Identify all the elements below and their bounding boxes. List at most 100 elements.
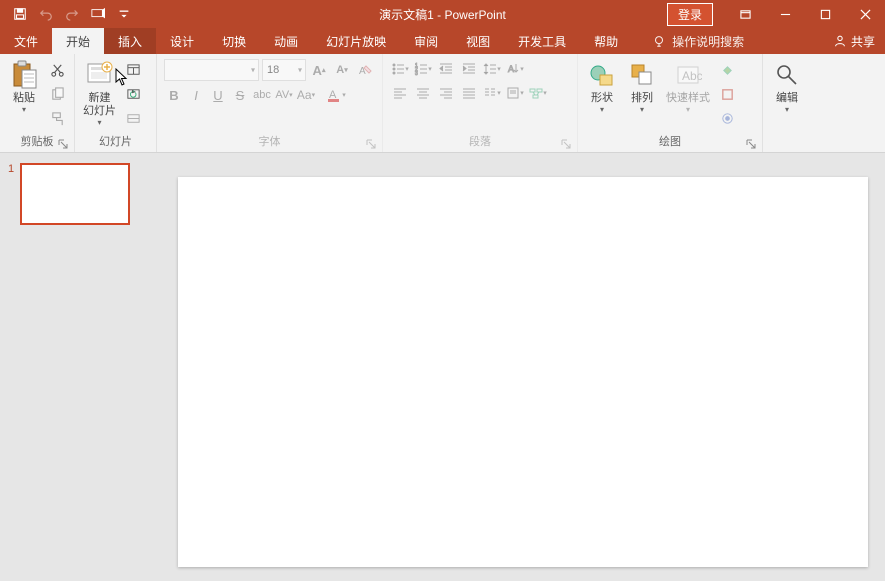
group-drawing: 形状 ▾ 排列 ▾ Abc 快速样式 ▾ 绘图 — [578, 54, 763, 152]
group-editing: 编辑 ▾ — [763, 54, 811, 152]
caret-down-icon: ▾ — [298, 66, 302, 75]
titlebar-right: 登录 — [667, 0, 885, 28]
text-direction-button[interactable]: A▾ — [505, 59, 525, 79]
arrange-label: 排列 — [631, 92, 653, 105]
decrease-font-button[interactable]: A▾ — [332, 60, 352, 80]
smartart-button[interactable]: ▾ — [528, 83, 548, 103]
shape-effects-button[interactable] — [716, 107, 738, 129]
tab-slideshow[interactable]: 幻灯片放映 — [312, 28, 400, 54]
new-slide-button[interactable]: 新建 幻灯片 ▾ — [79, 57, 120, 129]
titlebar: 演示文稿1 - PowerPoint 登录 — [0, 0, 885, 28]
svg-text:A: A — [359, 66, 366, 77]
close-button[interactable] — [845, 0, 885, 28]
format-painter-button[interactable] — [46, 107, 68, 129]
dialog-launcher-icon[interactable] — [561, 139, 571, 149]
character-spacing-button[interactable]: AV▾ — [274, 85, 294, 105]
justify-button[interactable] — [459, 83, 479, 103]
group-font-label: 字体 — [259, 136, 281, 148]
font-color-button[interactable]: A▾ — [326, 85, 346, 105]
tab-review[interactable]: 审阅 — [400, 28, 452, 54]
share-button[interactable]: 共享 — [833, 33, 875, 50]
tab-home[interactable]: 开始 — [52, 28, 104, 54]
tab-file[interactable]: 文件 — [0, 28, 52, 54]
line-spacing-button[interactable]: ▾ — [482, 59, 502, 79]
tab-transitions[interactable]: 切换 — [208, 28, 260, 54]
change-case-button[interactable]: Aa▾ — [296, 85, 316, 105]
increase-indent-button[interactable] — [459, 59, 479, 79]
dialog-launcher-icon[interactable] — [366, 139, 376, 149]
ribbon-display-options-button[interactable] — [725, 0, 765, 28]
columns-button[interactable]: ▾ — [482, 83, 502, 103]
tab-view[interactable]: 视图 — [452, 28, 504, 54]
login-button[interactable]: 登录 — [667, 3, 713, 26]
cut-button[interactable] — [46, 59, 68, 81]
minimize-button[interactable] — [765, 0, 805, 28]
ribbon-tabs: 文件 开始 插入 设计 切换 动画 幻灯片放映 审阅 视图 开发工具 帮助 操作… — [0, 28, 885, 54]
tab-animations[interactable]: 动画 — [260, 28, 312, 54]
underline-button[interactable]: U — [208, 85, 228, 105]
caret-down-icon: ▾ — [640, 105, 644, 114]
svg-text:Abc: Abc — [682, 69, 702, 83]
tab-design[interactable]: 设计 — [156, 28, 208, 54]
font-size-combo[interactable]: 18▾ — [262, 59, 306, 81]
svg-text:1: 1 — [415, 63, 418, 69]
layout-button[interactable] — [122, 59, 144, 81]
quick-styles-label: 快速样式 — [666, 92, 710, 105]
strikethrough-button[interactable]: S — [230, 85, 250, 105]
caret-down-icon: ▾ — [686, 105, 690, 114]
bullets-button[interactable]: ▾ — [390, 59, 410, 79]
section-button[interactable] — [122, 107, 144, 129]
quick-styles-button[interactable]: Abc 快速样式 ▾ — [662, 57, 714, 116]
quick-access-toolbar — [0, 2, 136, 26]
align-left-button[interactable] — [390, 83, 410, 103]
thumbnail-preview[interactable] — [20, 163, 130, 225]
redo-button[interactable] — [60, 2, 84, 26]
slide-thumbnail-pane[interactable]: 1 — [0, 153, 160, 581]
thumbnail-item[interactable]: 1 — [8, 163, 152, 225]
copy-button[interactable] — [46, 83, 68, 105]
start-from-beginning-button[interactable] — [86, 2, 110, 26]
group-paragraph-label: 段落 — [469, 136, 491, 148]
decrease-indent-button[interactable] — [436, 59, 456, 79]
svg-text:A: A — [508, 64, 514, 74]
shapes-button[interactable]: 形状 ▾ — [582, 57, 622, 116]
save-button[interactable] — [8, 2, 32, 26]
dialog-launcher-icon[interactable] — [746, 139, 756, 149]
bold-button[interactable]: B — [164, 85, 184, 105]
shape-outline-button[interactable] — [716, 83, 738, 105]
svg-text:A: A — [329, 89, 337, 101]
tab-insert[interactable]: 插入 — [104, 28, 156, 54]
dialog-launcher-icon[interactable] — [58, 139, 68, 149]
workarea: 1 — [0, 153, 885, 581]
slide-editor-pane[interactable] — [160, 153, 885, 581]
shape-fill-button[interactable] — [716, 59, 738, 81]
align-text-button[interactable]: ▾ — [505, 83, 525, 103]
reset-button[interactable] — [122, 83, 144, 105]
paste-button[interactable]: 粘贴 ▾ — [4, 57, 44, 116]
group-font: ▾ 18▾ A▴ A▾ A B I U S abc AV▾ Aa▾ A▾ 字体 — [157, 54, 383, 152]
increase-font-button[interactable]: A▴ — [309, 60, 329, 80]
align-right-button[interactable] — [436, 83, 456, 103]
tell-me-search[interactable]: 操作说明搜索 — [652, 28, 744, 54]
caret-down-icon: ▾ — [97, 118, 101, 127]
text-shadow-button[interactable]: abc — [252, 85, 272, 105]
editing-button[interactable]: 编辑 ▾ — [767, 57, 807, 116]
font-name-combo[interactable]: ▾ — [164, 59, 259, 81]
slide-canvas[interactable] — [178, 177, 868, 567]
editing-label: 编辑 — [776, 92, 798, 105]
svg-text:2: 2 — [415, 67, 418, 73]
arrange-button[interactable]: 排列 ▾ — [622, 57, 662, 116]
align-center-button[interactable] — [413, 83, 433, 103]
caret-down-icon: ▾ — [251, 66, 255, 75]
maximize-button[interactable] — [805, 0, 845, 28]
italic-button[interactable]: I — [186, 85, 206, 105]
window-title: 演示文稿1 - PowerPoint — [379, 6, 506, 23]
clear-formatting-button[interactable]: A — [355, 60, 375, 80]
tell-me-label: 操作说明搜索 — [672, 33, 744, 50]
tab-developer[interactable]: 开发工具 — [504, 28, 580, 54]
qat-customize-button[interactable] — [112, 2, 136, 26]
undo-button[interactable] — [34, 2, 58, 26]
tab-help[interactable]: 帮助 — [580, 28, 632, 54]
group-slides: 新建 幻灯片 ▾ 幻灯片 — [75, 54, 157, 152]
numbering-button[interactable]: 123▾ — [413, 59, 433, 79]
